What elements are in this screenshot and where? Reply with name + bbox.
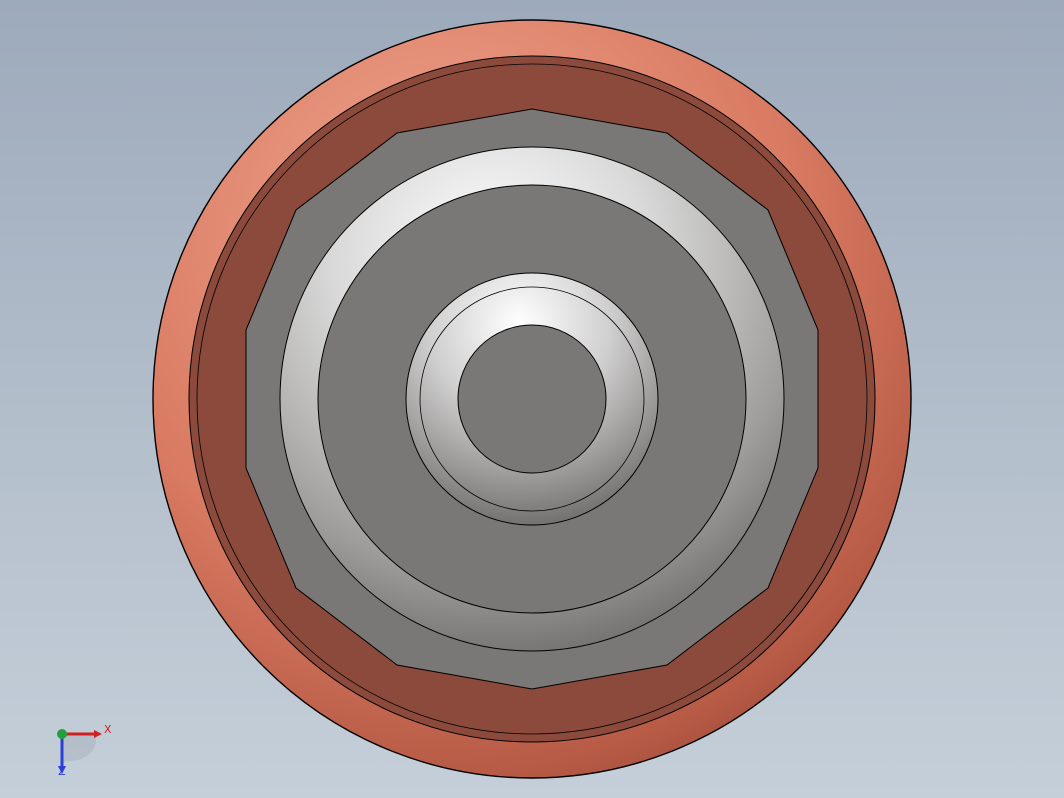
triad-x-arrow-icon — [94, 730, 102, 738]
triad-shadow-icon — [62, 734, 97, 762]
graphics-viewport[interactable]: X Z — [0, 0, 1064, 798]
triad-x-label: X — [104, 723, 112, 736]
center-bore[interactable] — [457, 324, 607, 474]
triad-z-label: Z — [58, 765, 66, 778]
triad-y-axis-icon — [57, 729, 67, 739]
wheel-model[interactable] — [0, 0, 1064, 798]
